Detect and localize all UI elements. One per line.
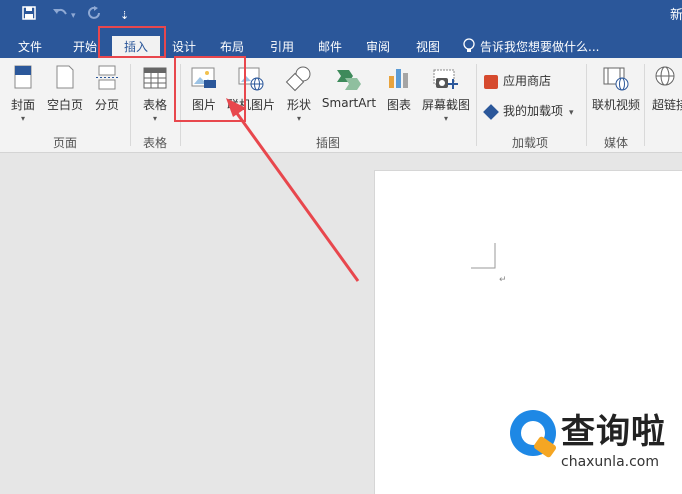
watermark-name: 查询啦	[561, 412, 666, 452]
watermark-url: chaxunla.com	[561, 454, 659, 470]
watermark-logo: 查询啦 chaxunla.com	[505, 408, 682, 473]
